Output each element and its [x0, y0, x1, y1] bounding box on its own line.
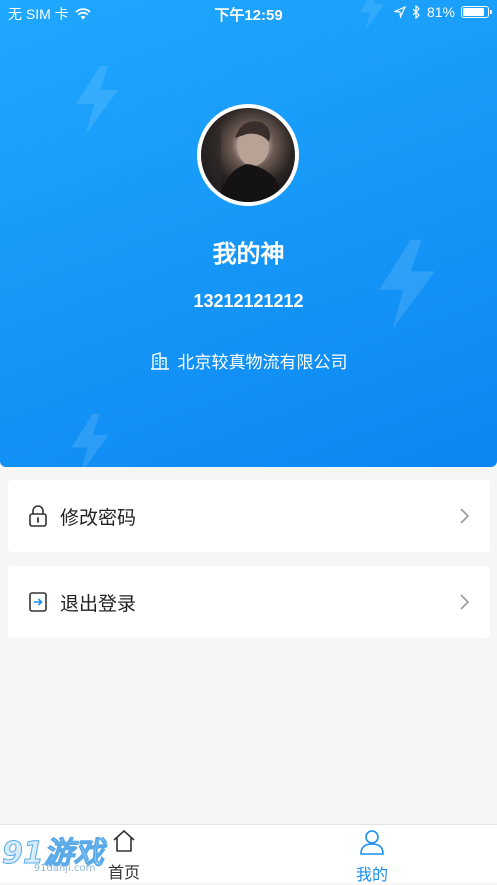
location-arrow-icon — [393, 6, 406, 18]
tab-mine-label: 我的 — [355, 865, 388, 884]
lightning-decoration-icon — [76, 66, 118, 134]
user-icon — [360, 830, 384, 855]
battery-percent: 81% — [426, 4, 455, 20]
chevron-right-icon — [460, 508, 470, 524]
home-icon — [113, 829, 135, 852]
lock-icon — [29, 505, 47, 527]
logout-item[interactable]: 退出登录 — [8, 566, 490, 638]
tab-mine[interactable]: 我的 — [312, 829, 432, 885]
logout-label: 退出登录 — [60, 592, 137, 615]
company-name: 北京较真物流有限公司 — [177, 353, 348, 373]
change-password-item[interactable]: 修改密码 — [8, 480, 490, 552]
logout-icon — [29, 592, 47, 612]
chevron-right-icon — [460, 594, 470, 610]
bluetooth-icon — [412, 5, 420, 19]
avatar[interactable] — [197, 104, 299, 206]
change-password-label: 修改密码 — [60, 506, 137, 529]
company-row: 北京较真物流有限公司 — [0, 348, 497, 373]
lightning-decoration-icon — [71, 414, 109, 467]
status-bar: 无 SIM 卡 下午12:59 81% — [0, 0, 497, 26]
profile-header: 无 SIM 卡 下午12:59 81% 我的神 13212121212 北京较真… — [0, 0, 497, 467]
battery-icon — [461, 6, 492, 18]
watermark-logo: 91游戏 91danji.com — [2, 836, 105, 875]
building-icon — [150, 351, 169, 370]
user-name: 我的神 — [212, 240, 285, 268]
avatar-photo — [201, 108, 295, 202]
user-phone: 13212121212 — [193, 291, 304, 311]
